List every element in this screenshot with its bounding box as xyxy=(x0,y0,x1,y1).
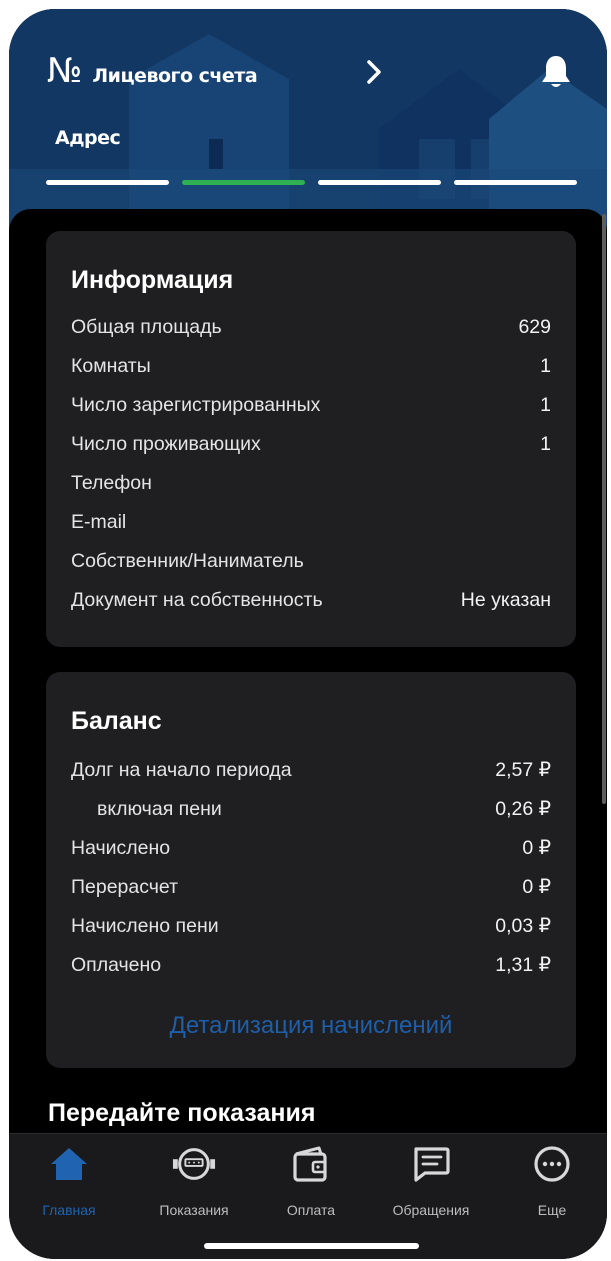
tab-label: Обращения xyxy=(392,1202,470,1218)
message-icon xyxy=(409,1144,453,1184)
scrollbar[interactable] xyxy=(602,214,606,804)
balance-value: 0,03 ₽ xyxy=(495,915,551,937)
balance-label: Начислено xyxy=(71,836,171,859)
info-row: Комнаты 1 xyxy=(71,351,551,381)
tab-requests[interactable]: Обращения xyxy=(376,1144,486,1218)
info-value: 1 xyxy=(540,393,551,416)
page-indicator[interactable] xyxy=(318,180,441,185)
info-row: Число проживающих 1 xyxy=(71,429,551,459)
info-value: 1 xyxy=(540,432,551,455)
info-label: Общая площадь xyxy=(71,315,222,338)
info-label: Число зарегистрированных xyxy=(71,393,321,416)
page-indicators xyxy=(46,180,577,185)
tab-more[interactable]: Еще xyxy=(497,1144,607,1218)
balance-label: Начислено пени xyxy=(71,914,219,937)
info-value: 629 xyxy=(518,315,551,338)
bell-icon[interactable] xyxy=(539,53,573,91)
info-value: 1 xyxy=(540,354,551,377)
balance-row: Начислено 0 ₽ xyxy=(71,833,551,863)
tab-label: Показания xyxy=(159,1202,229,1218)
info-value: Не указан xyxy=(460,588,551,611)
info-row: Общая площадь 629 xyxy=(71,312,551,342)
bottom-tab-bar: Главная Показания Оплата Обращения Еще xyxy=(9,1133,607,1259)
account-number-sign: № xyxy=(47,51,83,91)
page-indicator-active[interactable] xyxy=(182,180,305,185)
tab-label: Оплата xyxy=(286,1202,336,1218)
home-indicator[interactable] xyxy=(204,1243,419,1249)
info-title: Информация xyxy=(71,266,234,294)
balance-row: Начислено пени 0,03 ₽ xyxy=(71,911,551,941)
meter-icon xyxy=(172,1144,216,1184)
balance-title: Баланс xyxy=(71,707,162,735)
info-label: Документ на собственность xyxy=(71,588,323,611)
charges-detail-link[interactable]: Детализация начислений xyxy=(46,1012,576,1040)
tab-payment[interactable]: Оплата xyxy=(256,1144,366,1218)
info-row: Число зарегистрированных 1 xyxy=(71,390,551,420)
balance-label: Перерасчет xyxy=(71,875,179,898)
info-label: Собственник/Наниматель xyxy=(71,549,304,572)
readings-section-title: Передайте показания xyxy=(48,1099,316,1127)
balance-value: 0 ₽ xyxy=(522,837,551,859)
page-indicator[interactable] xyxy=(46,180,169,185)
info-row: Собственник/Наниматель xyxy=(71,546,551,576)
info-row: Документ на собственность Не указан xyxy=(71,585,551,615)
info-card: Информация Общая площадь 629 Комнаты 1 Ч… xyxy=(46,231,576,647)
balance-value: 0,26 ₽ xyxy=(495,798,551,820)
tab-label: Главная xyxy=(42,1202,96,1218)
account-number-row[interactable]: № Лицевого счета xyxy=(47,51,258,91)
balance-value: 0 ₽ xyxy=(522,876,551,898)
balance-row: Долг на начало периода 2,57 ₽ xyxy=(71,755,551,785)
phone-screen: № Лицевого счета Адрес Информация Общая … xyxy=(9,9,607,1259)
info-label: Телефон xyxy=(71,471,152,494)
balance-label: Долг на начало периода xyxy=(71,758,292,781)
chevron-right-icon[interactable] xyxy=(359,57,389,87)
info-label: E-mail xyxy=(71,510,127,533)
info-row: Телефон xyxy=(71,468,551,498)
wallet-icon xyxy=(289,1144,333,1184)
balance-label: Оплачено xyxy=(71,953,162,976)
balance-row: Перерасчет 0 ₽ xyxy=(71,872,551,902)
info-row: E-mail xyxy=(71,507,551,537)
page-indicator[interactable] xyxy=(454,180,577,185)
tab-label: Еще xyxy=(537,1202,567,1218)
info-label: Комнаты xyxy=(71,354,151,377)
balance-label: включая пени xyxy=(97,797,222,820)
account-label: Лицевого счета xyxy=(92,65,258,87)
address-label: Адрес xyxy=(55,127,121,149)
tab-home[interactable]: Главная xyxy=(14,1144,124,1218)
balance-value: 1,31 ₽ xyxy=(495,954,551,976)
balance-row: Оплачено 1,31 ₽ xyxy=(71,950,551,980)
balance-card: Баланс Долг на начало периода 2,57 ₽ вкл… xyxy=(46,672,576,1068)
balance-row: включая пени 0,26 ₽ xyxy=(71,794,551,824)
tab-readings[interactable]: Показания xyxy=(139,1144,249,1218)
more-icon xyxy=(530,1144,574,1184)
info-label: Число проживающих xyxy=(71,432,261,455)
home-icon xyxy=(47,1144,91,1184)
balance-value: 2,57 ₽ xyxy=(495,759,551,781)
